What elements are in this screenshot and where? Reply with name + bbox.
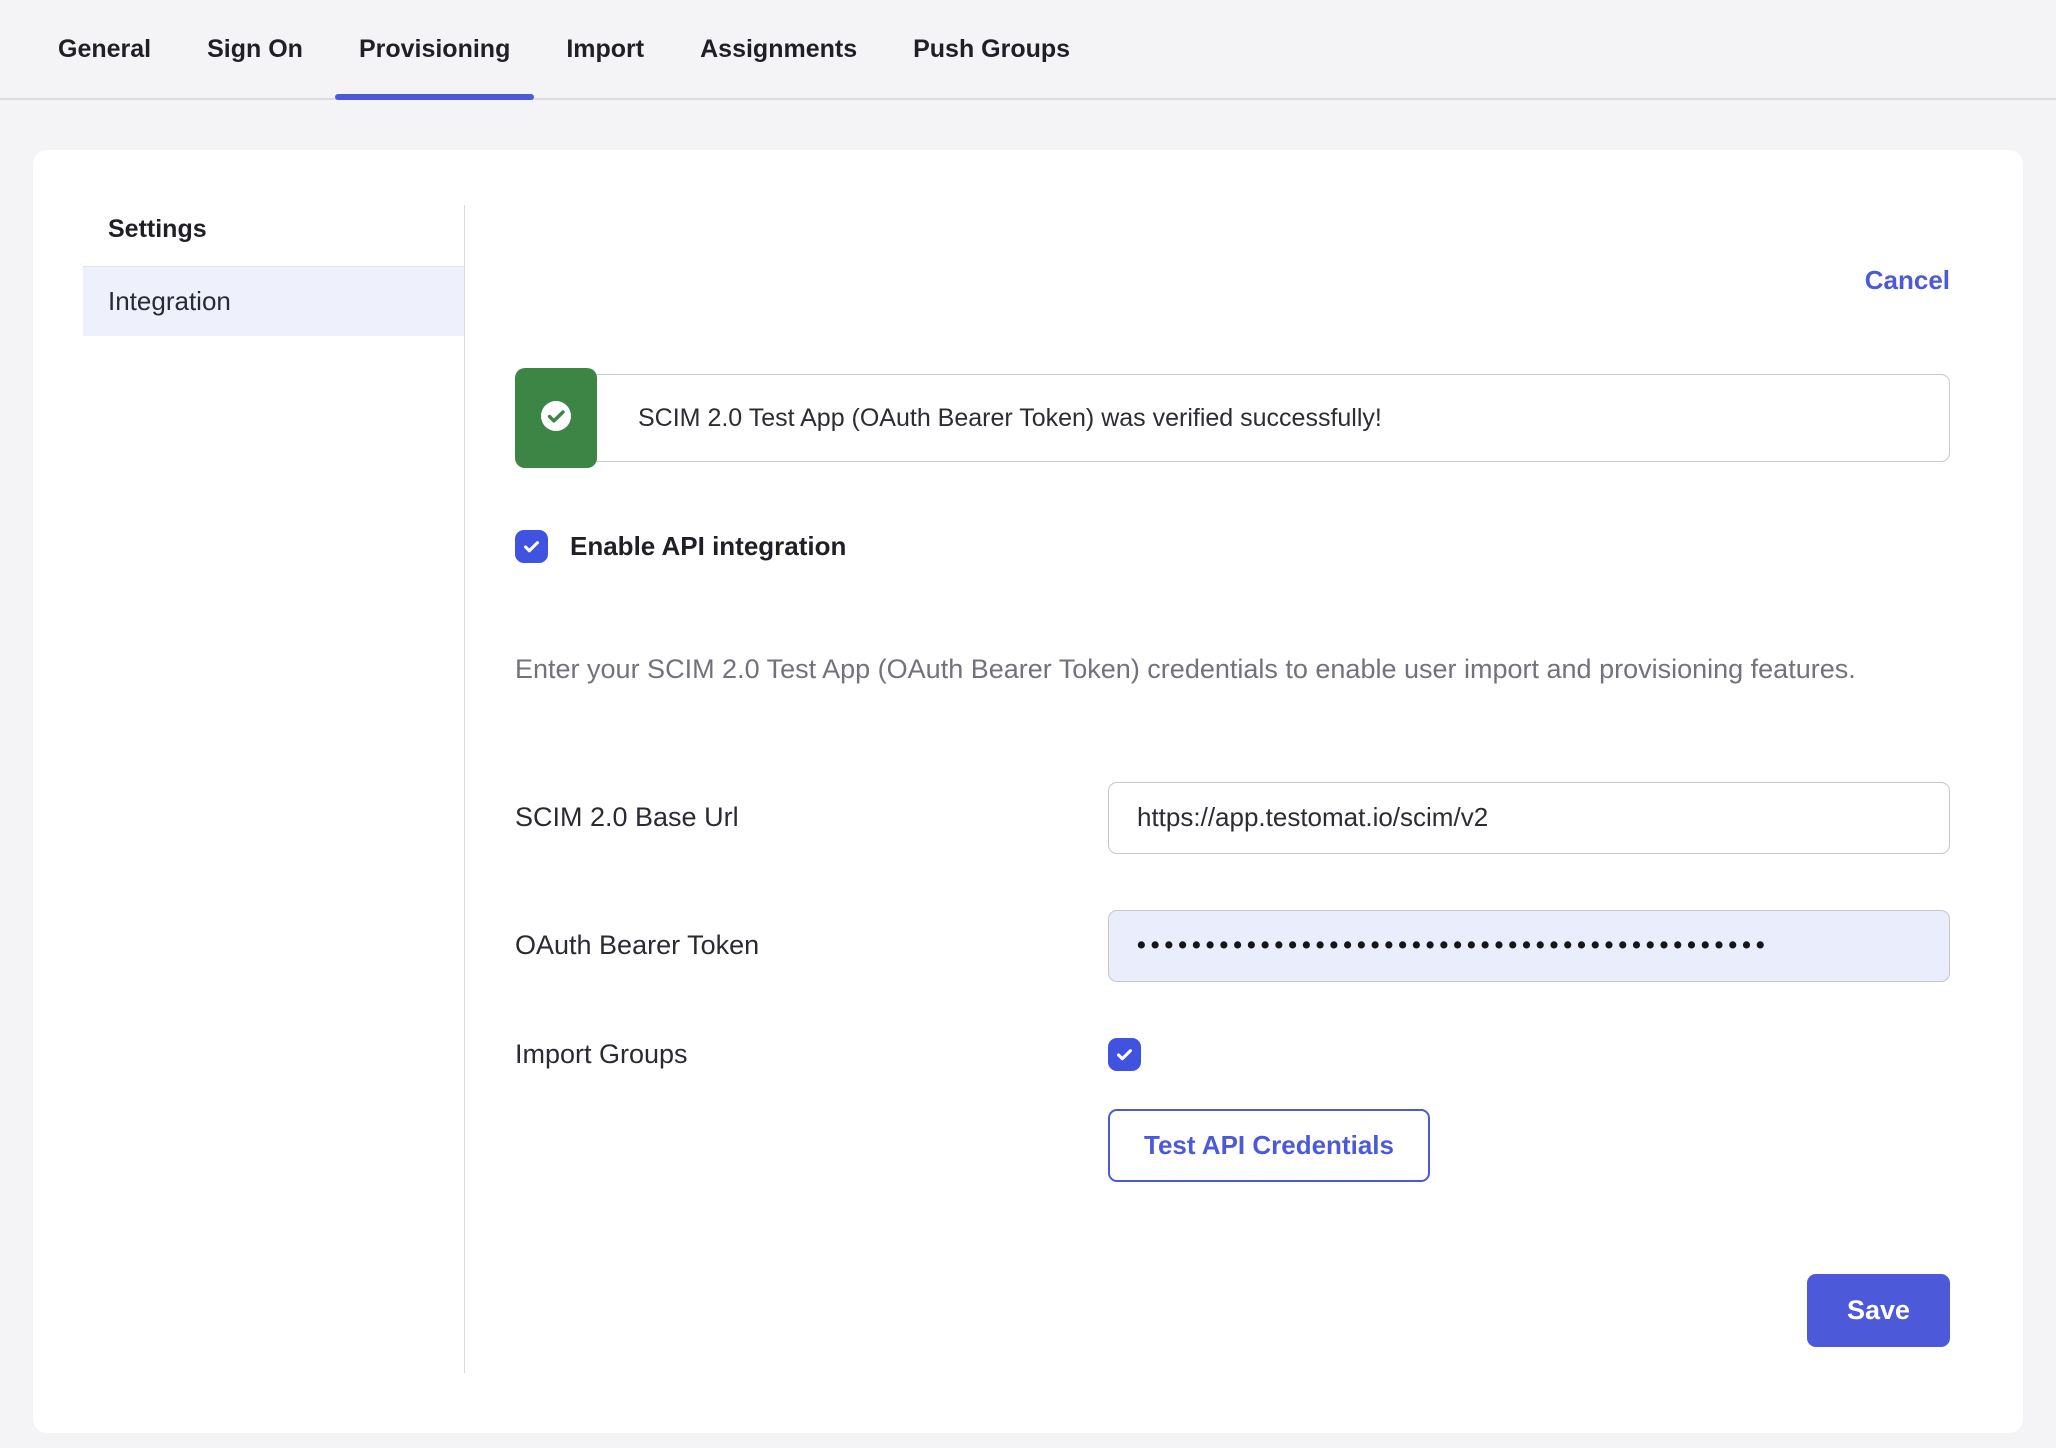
settings-sidebar: Settings Integration xyxy=(33,205,465,1373)
save-button[interactable]: Save xyxy=(1807,1274,1950,1347)
test-credentials-row: Test API Credentials xyxy=(515,1109,1950,1182)
tab-assignments[interactable]: Assignments xyxy=(672,0,885,98)
integration-panel: Cancel SCIM 2.0 Test App (OAuth Bearer T… xyxy=(465,205,2023,1373)
base-url-row: SCIM 2.0 Base Url xyxy=(515,782,1950,854)
token-input[interactable] xyxy=(1108,910,1950,982)
check-icon xyxy=(1115,1045,1134,1064)
credentials-description: Enter your SCIM 2.0 Test App (OAuth Bear… xyxy=(515,645,1905,694)
save-row: Save xyxy=(515,1274,1950,1347)
provisioning-card: Settings Integration Cancel SCIM 2.0 Tes… xyxy=(33,150,2023,1433)
import-groups-label: Import Groups xyxy=(515,1039,1108,1070)
test-api-credentials-button[interactable]: Test API Credentials xyxy=(1108,1109,1430,1182)
import-groups-row: Import Groups xyxy=(515,1038,1950,1071)
app-tab-bar: General Sign On Provisioning Import Assi… xyxy=(0,0,2056,100)
banner-message: SCIM 2.0 Test App (OAuth Bearer Token) w… xyxy=(589,374,1950,462)
tab-general[interactable]: General xyxy=(30,0,179,98)
tab-push-groups[interactable]: Push Groups xyxy=(885,0,1098,98)
import-groups-checkbox[interactable] xyxy=(1108,1038,1141,1071)
tab-provisioning[interactable]: Provisioning xyxy=(331,0,538,98)
base-url-input[interactable] xyxy=(1108,782,1950,854)
sidebar-item-integration[interactable]: Integration xyxy=(83,267,464,336)
success-banner: SCIM 2.0 Test App (OAuth Bearer Token) w… xyxy=(515,368,1950,468)
sidebar-heading: Settings xyxy=(83,215,464,267)
token-label: OAuth Bearer Token xyxy=(515,930,1108,961)
enable-api-row: Enable API integration xyxy=(515,530,1950,563)
check-icon xyxy=(522,537,541,556)
check-circle-icon xyxy=(539,399,573,438)
cancel-row: Cancel xyxy=(515,265,1950,296)
tab-sign-on[interactable]: Sign On xyxy=(179,0,331,98)
token-row: OAuth Bearer Token xyxy=(515,910,1950,982)
success-icon-block xyxy=(515,368,597,468)
tab-import[interactable]: Import xyxy=(538,0,672,98)
enable-api-checkbox[interactable] xyxy=(515,530,548,563)
cancel-link[interactable]: Cancel xyxy=(1865,265,1950,295)
base-url-label: SCIM 2.0 Base Url xyxy=(515,802,1108,833)
enable-api-label: Enable API integration xyxy=(570,531,846,562)
